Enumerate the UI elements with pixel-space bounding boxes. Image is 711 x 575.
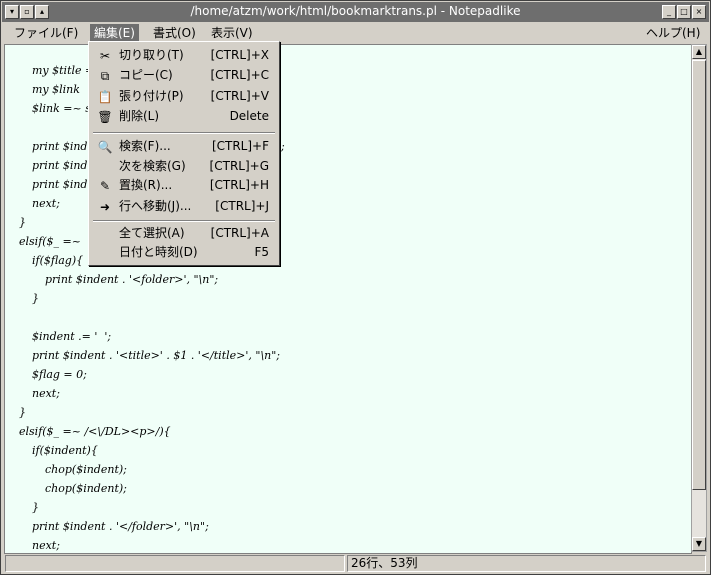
code-line: $indent .= ' ';: [32, 330, 112, 343]
code-line: }: [19, 406, 26, 419]
menu-item-find[interactable]: 🔍 検索(F)... [CTRL]+F: [91, 137, 277, 156]
maximize-button[interactable]: □: [677, 5, 691, 19]
code-line: print $inde: [32, 178, 94, 191]
menu-file[interactable]: ファイル(F): [10, 24, 82, 42]
menu-item-goto[interactable]: ➜ 行へ移動(J)... [CTRL]+J: [91, 197, 277, 216]
vertical-scrollbar[interactable]: ▲ ▼: [691, 44, 707, 552]
code-line: next;: [32, 387, 60, 400]
menu-separator: [93, 220, 275, 222]
code-line: my $title =: [32, 64, 95, 77]
code-line: if($flag){: [32, 254, 84, 267]
scissors-icon: ✂: [99, 49, 111, 63]
code-line: print $indent . '</folder>', "\n";: [32, 520, 209, 533]
menu-item-paste[interactable]: 📋 張り付け(P) [CTRL]+V: [91, 87, 277, 106]
menu-item-select-all[interactable]: 全て選択(A) [CTRL]+A: [91, 224, 277, 243]
close-button[interactable]: ×: [692, 5, 706, 19]
code-line: my $link =: [32, 83, 97, 96]
code-line: }: [19, 216, 26, 229]
status-left: [5, 555, 345, 572]
menu-item-copy[interactable]: ⧉ コピー(C) [CTRL]+C: [91, 66, 277, 85]
code-line-tail: ;: [281, 140, 285, 153]
magnifier-icon: 🔍: [97, 140, 113, 154]
menu-item-find-next[interactable]: 次を検索(G) [CTRL]+G: [91, 157, 277, 176]
copy-icon: ⧉: [100, 69, 110, 83]
code-line: $link =~ s: [32, 102, 91, 115]
code-line: chop($indent);: [45, 463, 127, 476]
code-line: next;: [32, 539, 60, 552]
trash-icon: 🗑: [97, 110, 113, 124]
edit-dropdown-menu: ✂ 切り取り(T) [CTRL]+X ⧉ コピー(C) [CTRL]+C 📋 張…: [88, 41, 280, 266]
menu-format[interactable]: 書式(O): [149, 24, 200, 42]
code-line: print $indent . '<folder>', "\n";: [45, 273, 219, 286]
code-line: if($indent){: [32, 444, 98, 457]
code-line: elsif($_ =~: [19, 235, 81, 248]
menu-separator: [93, 132, 275, 134]
scroll-thumb[interactable]: [692, 60, 706, 490]
menu-view[interactable]: 表示(V): [207, 24, 257, 42]
code-line: print $indent . '<title>' . $1 . '</titl…: [32, 349, 280, 362]
title-bar[interactable]: ▾ ▫ ▴ /home/atzm/work/html/bookmarktrans…: [2, 2, 709, 22]
code-line: $flag = 0;: [32, 368, 87, 381]
cursor-position: 26行、53列: [347, 555, 706, 572]
minimize-button[interactable]: _: [662, 5, 676, 19]
code-line: elsif($_ =~ /<\/DL><p>/){: [19, 425, 171, 438]
goto-icon: ➜: [99, 200, 111, 214]
menu-item-replace[interactable]: ✎ 置換(R)... [CTRL]+H: [91, 176, 277, 195]
code-line: chop($indent);: [45, 482, 127, 495]
menu-edit[interactable]: 編集(E): [90, 24, 139, 42]
status-bar: 26行、53列: [2, 554, 709, 573]
code-line: print $inde: [32, 140, 94, 153]
menu-bar: ファイル(F) 編集(E) 書式(O) 表示(V) ヘルプ(H): [2, 23, 709, 43]
menu-help[interactable]: ヘルプ(H): [642, 24, 704, 42]
scroll-up-arrow-icon[interactable]: ▲: [692, 45, 706, 59]
code-line: next;: [32, 197, 60, 210]
menu-item-datetime[interactable]: 日付と時刻(D) F5: [91, 243, 277, 262]
menu-item-cut[interactable]: ✂ 切り取り(T) [CTRL]+X: [91, 46, 277, 65]
menu-item-delete[interactable]: 🗑 削除(L) Delete: [91, 107, 277, 126]
scroll-down-arrow-icon[interactable]: ▼: [692, 537, 706, 551]
code-line: print $inde: [32, 159, 94, 172]
paste-icon: 📋: [97, 90, 113, 104]
replace-icon: ✎: [99, 179, 111, 193]
code-line: }: [32, 292, 39, 305]
window-title: /home/atzm/work/html/bookmarktrans.pl - …: [190, 4, 521, 18]
code-line: }: [32, 501, 39, 514]
